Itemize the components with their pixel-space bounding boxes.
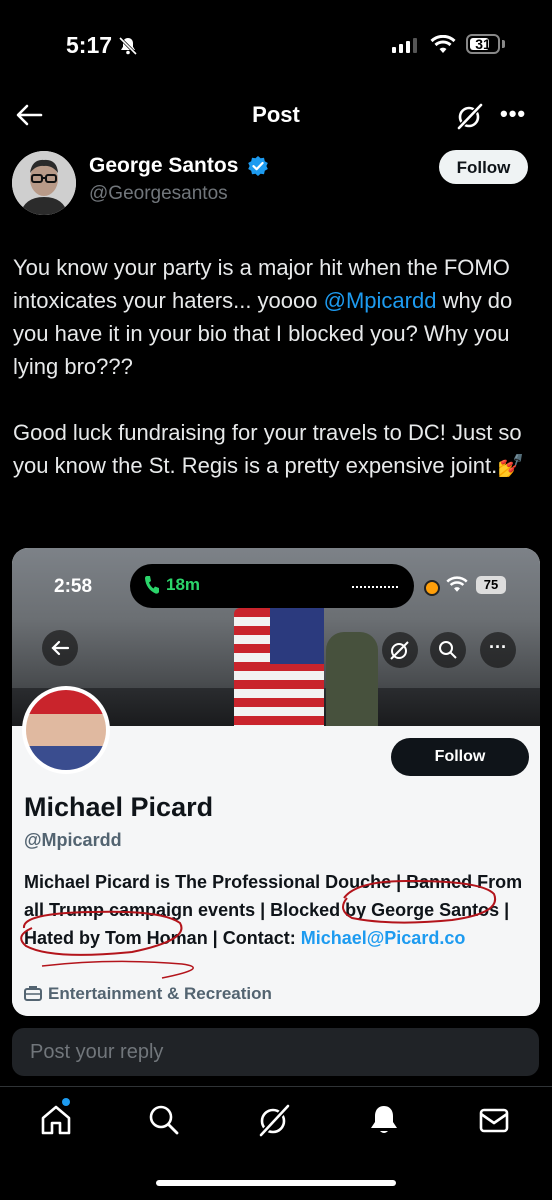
- embed-battery: 75: [476, 576, 506, 594]
- bell-icon[interactable]: [366, 1102, 402, 1138]
- status-time: 5:17: [66, 32, 113, 58]
- embed-search-icon: [430, 632, 466, 668]
- embed-grok-icon: [382, 632, 418, 668]
- briefcase-icon: [24, 986, 42, 1001]
- embed-wifi-icon: [446, 576, 468, 592]
- follow-button[interactable]: Follow: [439, 150, 528, 184]
- embed-follow-button: Follow: [391, 738, 529, 776]
- dynamic-island: 18m: [130, 564, 414, 608]
- embed-status-time: 2:58: [54, 576, 93, 597]
- recording-dot: [424, 580, 440, 596]
- call-duration: 18m: [166, 575, 201, 594]
- embed-category-label: Entertainment & Recreation: [48, 984, 272, 1003]
- tweet-text-part3: Good luck fundraising for your travels t…: [13, 420, 522, 478]
- embed-profile-name: Michael Picard: [24, 792, 214, 822]
- grok-nav-icon[interactable]: [256, 1102, 292, 1138]
- more-icon[interactable]: •••: [500, 101, 526, 127]
- signal-icon: [392, 38, 417, 53]
- battery-level: 31: [475, 36, 491, 52]
- bell-slash-icon: [118, 36, 138, 56]
- embed-profile-bio: Michael Picard is The Professional Douch…: [24, 868, 536, 952]
- bystander: [326, 632, 378, 726]
- attached-image[interactable]: 2:58 18m 75 ··· Follow Michael Picard @M…: [12, 548, 540, 1016]
- home-notification-dot: [62, 1098, 70, 1106]
- battery-icon: 31: [466, 34, 500, 54]
- home-icon[interactable]: [38, 1102, 74, 1138]
- mail-icon[interactable]: [476, 1102, 512, 1138]
- author-avatar[interactable]: [12, 151, 76, 215]
- author-name[interactable]: George Santos: [89, 154, 238, 178]
- audio-wave: [352, 586, 398, 588]
- embed-back-icon: [42, 630, 78, 666]
- phone-icon: [145, 576, 159, 594]
- grok-icon[interactable]: [456, 102, 484, 130]
- home-indicator: [156, 1180, 396, 1186]
- embed-more-icon: ···: [480, 632, 516, 668]
- reply-input[interactable]: [12, 1028, 539, 1076]
- embed-category: Entertainment & Recreation: [24, 984, 272, 1004]
- nail-polish-emoji: 💅: [497, 453, 525, 478]
- search-icon[interactable]: [146, 1102, 182, 1138]
- mention-link[interactable]: @Mpicardd: [324, 288, 437, 313]
- embed-avatar: [22, 686, 110, 774]
- embed-bio-link: Michael@Picard.co: [300, 928, 466, 948]
- author-handle[interactable]: @Georgesantos: [89, 183, 228, 205]
- battery-tip: [502, 40, 505, 48]
- verified-icon: [248, 156, 268, 176]
- nav-divider: [0, 1086, 552, 1087]
- wifi-icon: [430, 35, 456, 53]
- tweet-text: You know your party is a major hit when …: [13, 251, 538, 482]
- embed-profile-handle: @Mpicardd: [24, 830, 122, 850]
- flag-canton: [270, 608, 324, 664]
